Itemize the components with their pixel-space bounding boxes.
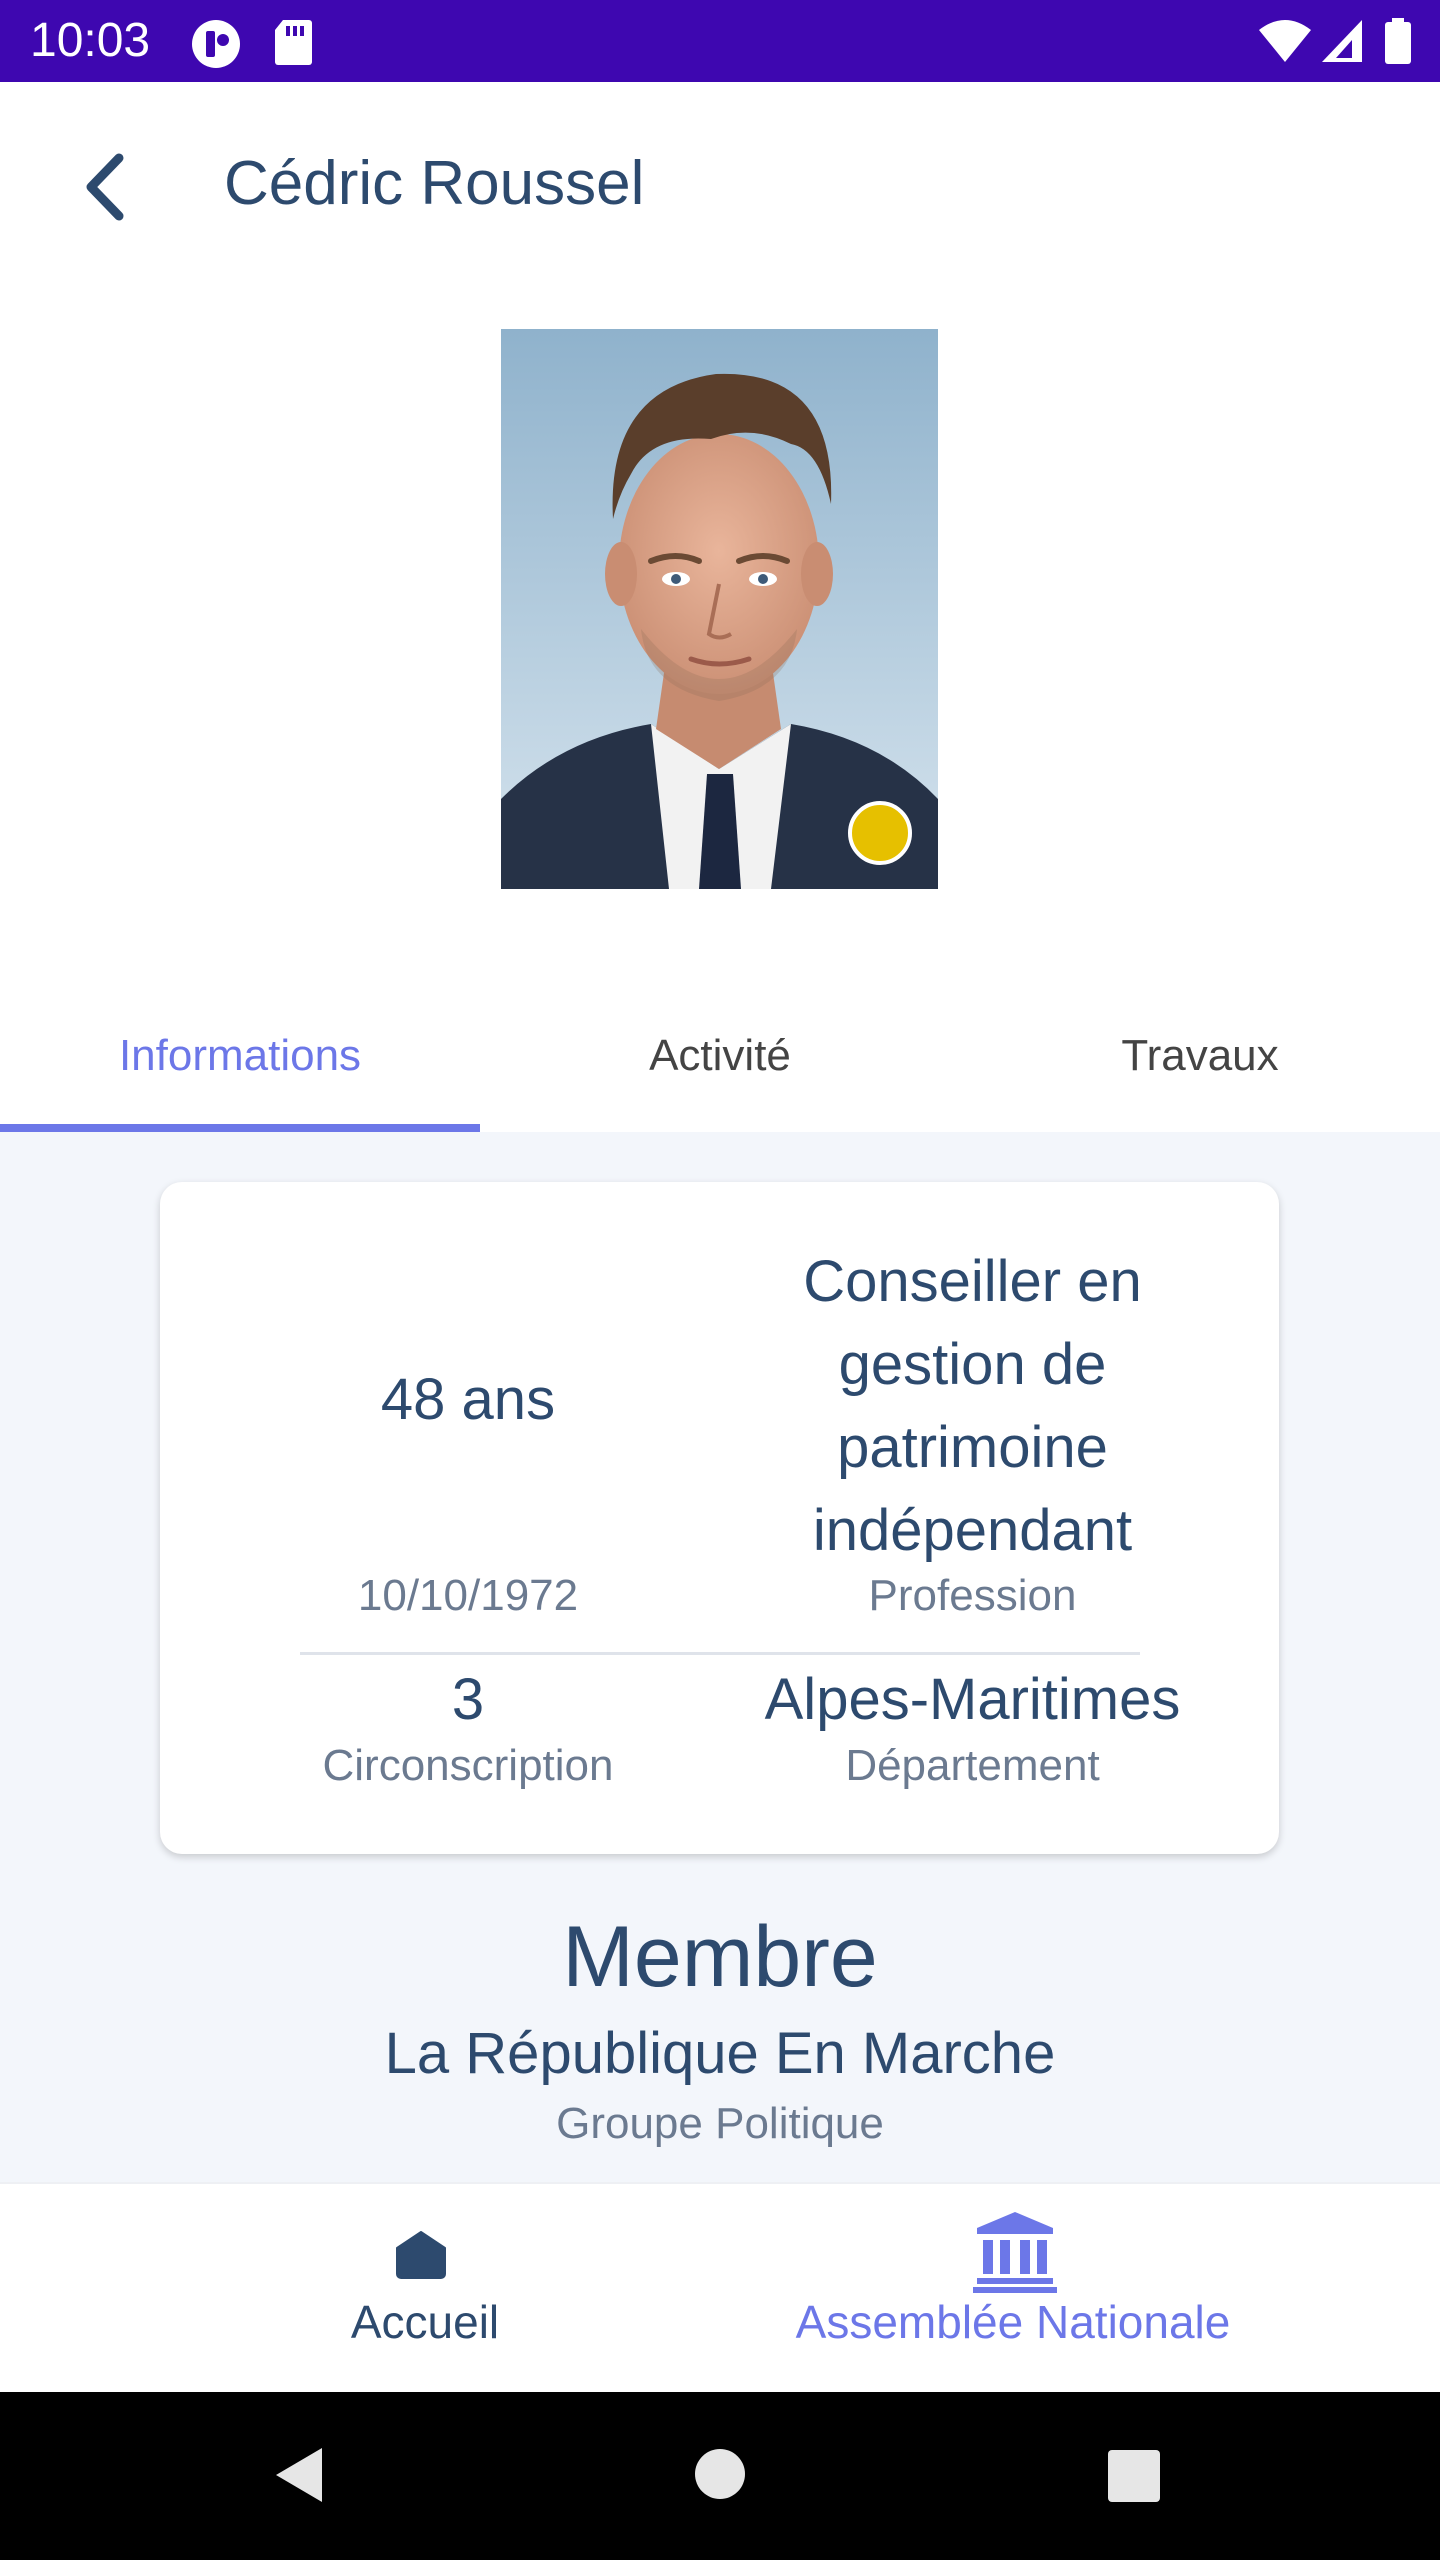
chevron-left-icon [86,153,124,221]
nav-label-assemblee-nationale: Assemblée Nationale [795,2296,1231,2348]
wifi-icon [1259,20,1311,62]
system-home-icon[interactable] [694,2448,746,2500]
birth-date: 10/10/1972 [357,1571,579,1620]
sd-card-icon [275,20,312,65]
departement-label: Département [845,1741,1100,1790]
profession-line: indépendant [812,1498,1133,1563]
app-header: Cédric Roussel [0,82,1440,282]
system-navigation-bar [0,2392,1440,2560]
back-button[interactable] [60,142,150,232]
battery-icon [1385,18,1411,64]
active-tab-indicator [0,1124,480,1132]
nav-item-assemblee-nationale[interactable]: Assemblée Nationale [653,2182,1373,2392]
profession-line: patrimoine [837,1415,1108,1480]
system-back-icon[interactable] [272,2444,326,2506]
circonscription-value: 3 [451,1667,485,1732]
group-label: Groupe Politique [556,2099,884,2148]
institution-icon [973,2212,1057,2293]
status-time: 10:03 [30,14,151,67]
tab-travaux[interactable]: Travaux [960,980,1440,1132]
home-icon [396,2231,446,2279]
system-recents-icon[interactable] [1108,2450,1160,2502]
cell-signal-icon [1322,20,1362,62]
tab-bar: Informations Activité Travaux [0,980,1440,1132]
party-color-dot [848,801,912,865]
group-name: La République En Marche [384,2021,1056,2086]
profession-value: Conseiller en gestion de patrimoine indé… [700,1240,1245,1572]
tab-activite[interactable]: Activité [480,980,960,1132]
status-bar: 10:03 [0,0,1440,82]
tab-informations[interactable]: Informations [0,980,480,1132]
profession-line: gestion de [838,1332,1107,1397]
page-title: Cédric Roussel [224,149,645,218]
profession-label: Profession [868,1571,1077,1620]
profession-line: Conseiller en [803,1249,1142,1314]
age-value: 48 ans [380,1367,556,1432]
group-role: Membre [562,1909,878,2005]
departement-value: Alpes-Maritimes [764,1667,1181,1732]
card-divider [300,1652,1140,1655]
app-notification-icon [192,20,240,68]
circonscription-label: Circonscription [322,1741,614,1790]
